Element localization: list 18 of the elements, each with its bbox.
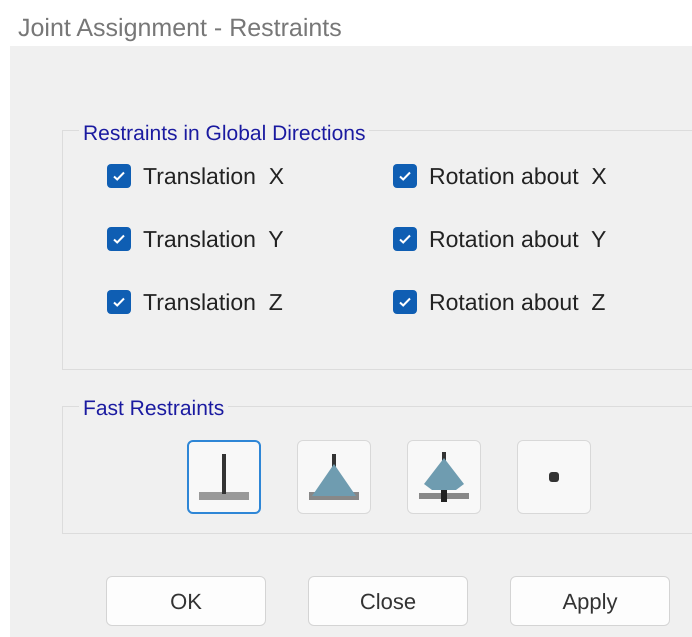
restraint-button[interactable] bbox=[187, 440, 261, 514]
roller-support-icon bbox=[416, 450, 472, 504]
checkbox[interactable] bbox=[107, 227, 131, 251]
checkbox-label: Rotation about Z bbox=[429, 288, 606, 317]
dialog-button[interactable]: Apply bbox=[510, 576, 670, 626]
checkbox-label: Rotation about X bbox=[429, 162, 607, 191]
window-title: Joint Assignment - Restraints bbox=[18, 14, 342, 42]
checkbox-label: Translation Y bbox=[143, 224, 284, 254]
checkbox[interactable] bbox=[393, 164, 417, 188]
checkbox-label: Translation X bbox=[143, 162, 284, 191]
dialog-button[interactable]: OK bbox=[106, 576, 266, 626]
dialog-button[interactable]: Close bbox=[308, 576, 468, 626]
checkbox[interactable] bbox=[393, 290, 417, 314]
checkbox[interactable] bbox=[107, 290, 131, 314]
checkbox[interactable] bbox=[107, 164, 131, 188]
checkbox-label: Translation Z bbox=[143, 288, 283, 317]
checkbox-label: Rotation about Y bbox=[429, 224, 606, 254]
checkbox[interactable] bbox=[393, 227, 417, 251]
